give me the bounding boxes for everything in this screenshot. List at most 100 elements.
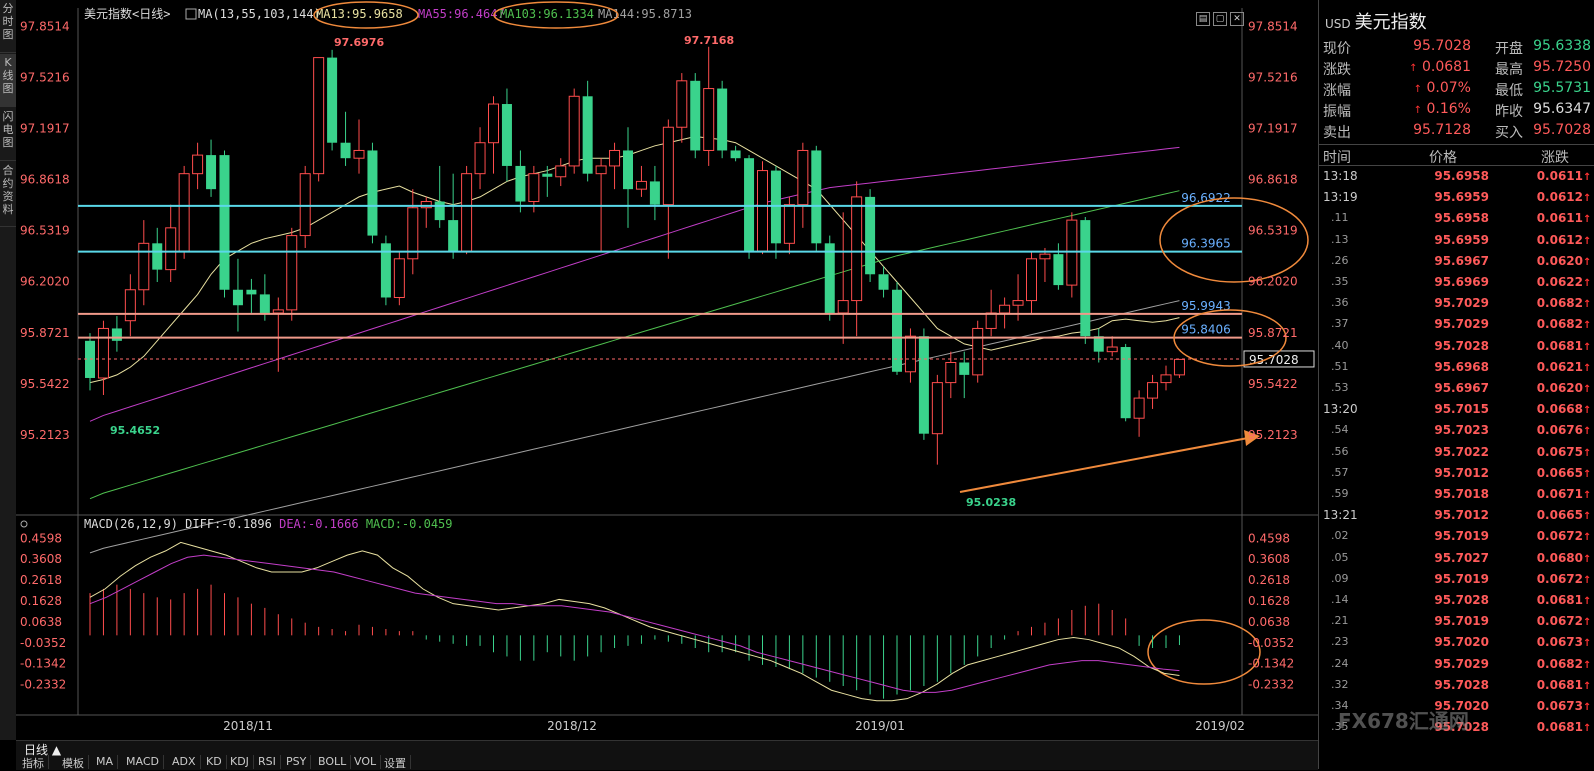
candle-body-down <box>542 173 553 177</box>
macd-axis-label: 0.1628 <box>20 594 62 608</box>
quote-value: ↑ 0.0681 <box>1409 59 1471 75</box>
macd-axis-label-right: -0.2332 <box>1248 678 1294 692</box>
indicator-tab[interactable]: 设置 <box>380 755 411 770</box>
tick-change: 0.0682 ↑ <box>1536 656 1592 671</box>
up-arrow-icon: ↑ <box>1583 490 1592 501</box>
price-axis-label-right: 96.8618 <box>1248 173 1298 187</box>
tick-row: .40 95.7028 0.0681 ↑ <box>1319 336 1594 357</box>
kline-chart[interactable]: 96.692296.396595.994395.840695.702897.69… <box>16 0 1318 740</box>
candle-body-down <box>448 220 459 252</box>
quote-label: 涨幅 <box>1323 83 1351 99</box>
tab-flash[interactable]: 闪电图 <box>0 108 16 161</box>
tick-row: .54 95.7023 0.0676 ↑ <box>1319 420 1594 441</box>
tick-row: .35 95.6969 0.0622 ↑ <box>1319 272 1594 293</box>
tab-contract-info[interactable]: 合约资料 <box>0 162 16 227</box>
tick-change: 0.0681 ↑ <box>1536 677 1592 692</box>
tick-time: .35 <box>1331 275 1349 288</box>
period-selector[interactable]: 日线 ▲ <box>20 741 65 757</box>
tick-row: .05 95.7027 0.0680 ↑ <box>1319 548 1594 569</box>
tick-change: 0.0673 ↑ <box>1536 699 1592 713</box>
candle-body-down <box>206 155 217 190</box>
candle-body-up <box>528 173 540 203</box>
watermark-logo: FX678汇通网 <box>1338 709 1469 733</box>
tick-price: 95.7019 <box>1434 571 1489 586</box>
price-axis-label: 95.2123 <box>20 428 70 442</box>
high-label-2: 97.7168 <box>684 34 734 47</box>
tick-change: 0.0612 ↑ <box>1536 232 1592 247</box>
candle-body-up <box>595 165 607 175</box>
indicator-tab[interactable]: BOLL <box>314 755 352 769</box>
tick-price: 95.7029 <box>1434 656 1489 671</box>
candle-body-down <box>152 243 163 270</box>
quote-row: 涨跌 ↑ 0.0681 最高 95.7250 <box>1319 57 1594 78</box>
quote-value: 95.6338 <box>1533 38 1591 54</box>
price-axis-label: 97.8514 <box>20 19 70 33</box>
candle-body-down <box>232 289 243 306</box>
tick-change: 0.0668 ↑ <box>1536 402 1592 417</box>
indicator-tab[interactable]: ADX <box>168 755 201 769</box>
macd-axis-label: 0.3608 <box>20 552 62 566</box>
tick-row: 13:18 95.6958 0.0611 ↑ <box>1319 166 1594 187</box>
candle-body-up <box>192 154 204 175</box>
tick-time: .11 <box>1331 211 1349 225</box>
candle-body-down <box>811 150 822 244</box>
candle-body-up <box>299 173 311 237</box>
candle-body-down <box>865 196 876 275</box>
price-axis-label-right: 97.1917 <box>1248 122 1298 136</box>
tick-time: .59 <box>1331 487 1349 500</box>
tick-price: 95.7028 <box>1434 593 1489 607</box>
candle-body-down <box>515 165 526 202</box>
candle-body-down <box>824 243 835 313</box>
price-axis-label-right: 96.5319 <box>1248 224 1298 238</box>
tick-time: 13:20 <box>1323 402 1358 417</box>
restore-icon[interactable]: ▢ <box>1213 12 1227 26</box>
indicator-tab[interactable]: MA <box>92 755 119 769</box>
candle-body-down <box>744 158 755 252</box>
indicator-tab[interactable]: 模板 <box>58 755 89 770</box>
indicator-tab[interactable]: 指标 <box>18 755 49 770</box>
indicator-tab[interactable]: MACD <box>122 755 164 769</box>
tab-kline[interactable]: K线图 <box>0 54 16 107</box>
high-label-1: 97.6976 <box>334 36 384 49</box>
price-axis-label: 97.5216 <box>20 70 70 84</box>
up-arrow-icon: ↑ <box>1583 320 1592 332</box>
candle-body-down <box>259 294 270 313</box>
candle-body-down <box>434 201 445 221</box>
price-axis-label-right: 95.5422 <box>1248 377 1298 391</box>
up-arrow-icon: ↑ <box>1583 680 1592 692</box>
candle-body-down <box>501 104 512 166</box>
tick-change: 0.0671 ↑ <box>1536 487 1592 501</box>
candle-body-down <box>959 362 970 375</box>
close-icon[interactable]: ✕ <box>1230 12 1244 26</box>
indicator-tab[interactable]: VOL <box>350 755 382 769</box>
macd-axis-label-right: 0.4598 <box>1248 531 1290 545</box>
indicator-tab[interactable]: KDJ <box>226 755 254 769</box>
chart-title: 美元指数<日线> <box>84 6 170 21</box>
candle-body-up <box>662 126 674 206</box>
tick-price: 95.6958 <box>1434 169 1489 183</box>
tick-time: .13 <box>1331 232 1349 246</box>
tick-time: .05 <box>1331 550 1349 564</box>
up-arrow-icon: ↑ <box>1583 299 1592 311</box>
tab-timeshare[interactable]: 分时图 <box>0 0 16 53</box>
up-arrow-icon: ↑ <box>1583 574 1592 586</box>
layout-icon[interactable]: ▤ <box>1196 12 1210 26</box>
tick-price: 95.7018 <box>1434 487 1489 501</box>
indicator-tab[interactable]: RSI <box>254 755 281 769</box>
tick-row: .56 95.7022 0.0675 ↑ <box>1319 442 1594 463</box>
candle-body-down <box>1080 220 1091 337</box>
up-arrow-icon: ↑ <box>1583 617 1592 629</box>
indicator-tab[interactable]: KD <box>202 755 227 769</box>
tick-time: .54 <box>1331 423 1349 437</box>
tick-time: .37 <box>1331 317 1349 331</box>
tick-change: 0.0612 ↑ <box>1536 190 1592 205</box>
tick-price: 95.6959 <box>1434 232 1489 247</box>
candle-body-up <box>313 57 325 175</box>
tick-row: .51 95.6968 0.0621 ↑ <box>1319 357 1594 378</box>
macd-axis-label: -0.0352 <box>20 636 66 650</box>
candle-body-up <box>286 235 298 311</box>
indicator-tab[interactable]: PSY <box>282 755 312 769</box>
candle-body-up <box>703 88 715 151</box>
up-arrow-icon: ↑ <box>1583 532 1592 544</box>
tick-time: .02 <box>1331 529 1349 543</box>
